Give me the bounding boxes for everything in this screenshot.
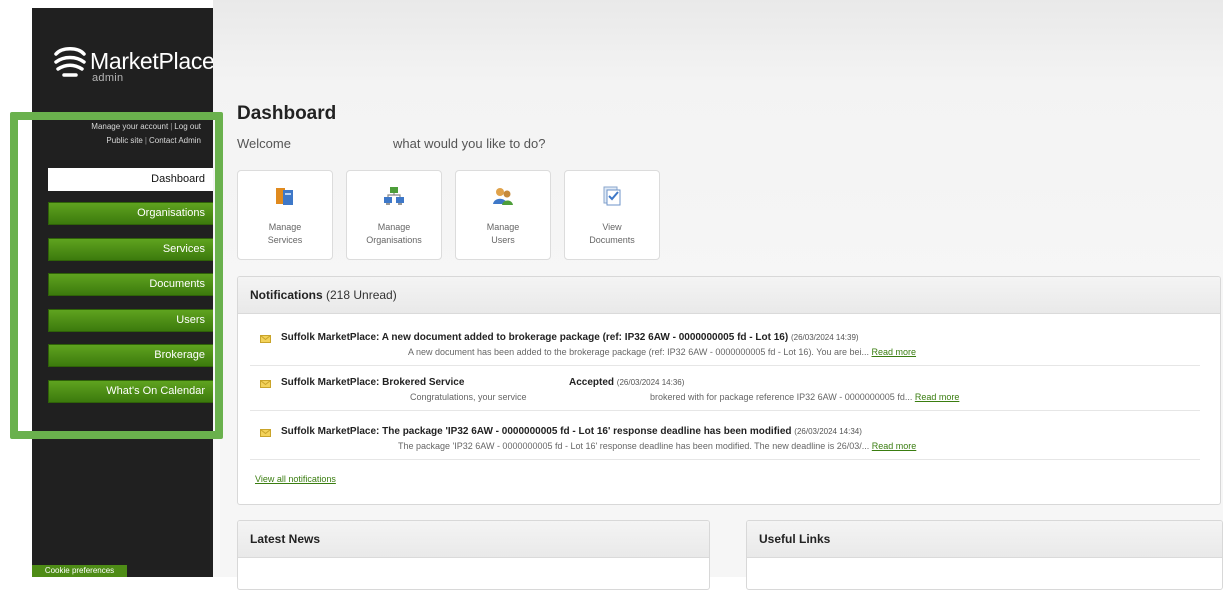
organisations-icon [384,187,404,205]
read-more-link[interactable]: Read more [872,347,917,357]
divider [250,459,1200,460]
notification-title: Suffolk MarketPlace: Brokered Service [281,377,465,388]
notification-body: The package 'IP32 6AW - 0000000005 fd - … [398,441,917,451]
notification-body: A new document has been added to the bro… [408,347,917,357]
public-site-link[interactable]: Public site [106,136,142,145]
notification-timestamp: (26/03/2024 14:36) [616,378,685,387]
nav-brokerage[interactable]: Brokerage [48,344,214,367]
notification-title: Suffolk MarketPlace: The package 'IP32 6… [281,426,862,437]
logout-link[interactable]: Log out [174,122,201,131]
welcome-question: what would you like to do? [393,136,546,151]
brand-name: MarketPlace [90,48,215,74]
notifications-panel: Notifications (218 Unread) Suffolk Marke… [237,276,1221,505]
brand-subtitle: admin [92,72,124,84]
divider [250,365,1200,366]
nav-services[interactable]: Services [48,238,214,261]
notification-timestamp: (26/03/2024 14:39) [790,333,859,342]
page-title: Dashboard [237,103,337,124]
read-more-link[interactable]: Read more [872,441,917,451]
envelope-icon [260,380,271,388]
notification-status: Accepted (26/03/2024 14:36) [569,377,685,388]
unread-count: (218 Unread) [326,288,397,302]
nav-documents[interactable]: Documents [48,273,214,296]
read-more-link[interactable]: Read more [915,392,960,402]
tile-label: View Documents [589,222,635,245]
documents-icon [603,186,621,206]
notification-body: Congratulations, your service [410,392,527,402]
nav-organisations[interactable]: Organisations [48,202,214,225]
view-all-notifications-link[interactable]: View all notifications [255,474,336,484]
notification-title: Suffolk MarketPlace: A new document adde… [281,332,859,343]
tile-manage-users[interactable]: Manage Users [455,170,551,260]
latest-news-panel: Latest News [237,520,710,590]
tile-manage-services[interactable]: Manage Services [237,170,333,260]
tile-label: Manage Organisations [366,222,422,245]
notifications-header: Notifications (218 Unread) [238,277,1220,314]
notification-body-continued: brokered with for package reference IP32… [650,392,960,402]
brand-logo[interactable]: MarketPlace admin [52,46,215,86]
tile-label: Manage Users [486,222,520,245]
useful-links-header: Useful Links [747,521,1222,558]
divider [250,410,1200,411]
tile-label: Manage Services [267,222,303,245]
users-icon [493,188,513,205]
marketplace-logo-icon [54,47,86,77]
envelope-icon [260,335,271,343]
services-icon [276,188,293,205]
cookie-preferences-button[interactable]: Cookie preferences [32,565,127,577]
notifications-title: Notifications [250,288,323,302]
contact-admin-link[interactable]: Contact Admin [149,136,201,145]
tile-manage-organisations[interactable]: Manage Organisations [346,170,442,260]
latest-news-header: Latest News [238,521,709,558]
notification-timestamp: (26/03/2024 14:34) [794,427,862,436]
useful-links-panel: Useful Links [746,520,1223,590]
nav-users[interactable]: Users [48,309,214,332]
nav-dashboard[interactable]: Dashboard [48,168,214,191]
tile-view-documents[interactable]: View Documents [564,170,660,260]
nav-whats-on-calendar[interactable]: What's On Calendar [48,380,214,403]
account-links: Manage your account | Log out [31,122,201,131]
envelope-icon [260,429,271,437]
site-links: Public site | Contact Admin [31,136,201,145]
manage-account-link[interactable]: Manage your account [91,122,168,131]
welcome-text: Welcome [237,136,291,151]
